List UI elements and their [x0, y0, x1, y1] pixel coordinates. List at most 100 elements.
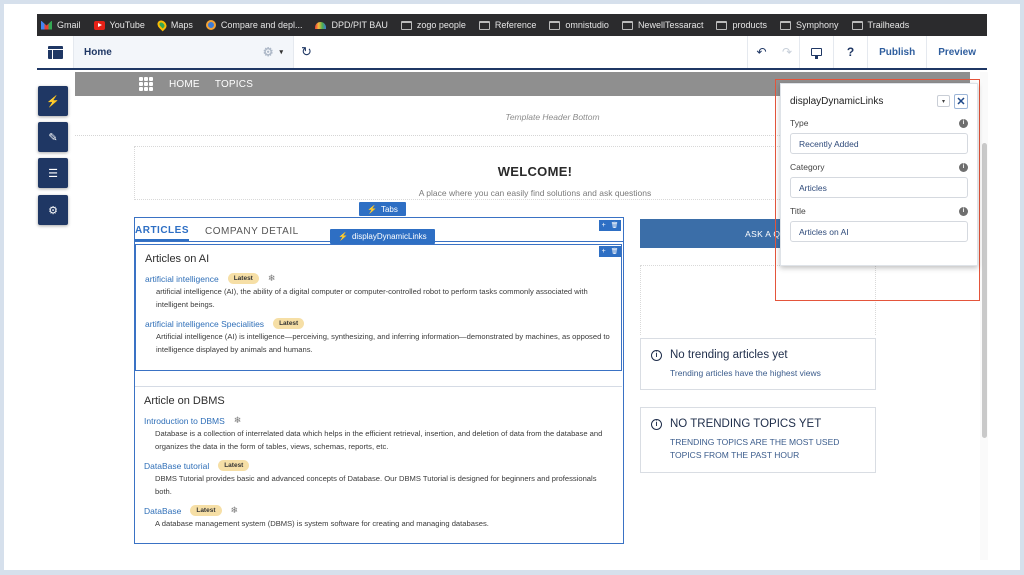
help-button[interactable]: ?: [833, 36, 867, 68]
help-icon: ?: [846, 45, 855, 59]
ddl-component-tag[interactable]: ⚡ displayDynamicLinks: [330, 229, 435, 244]
article-link[interactable]: DataBase tutorial: [144, 461, 209, 471]
tabs-component-tag[interactable]: ⚡ Tabs: [359, 202, 406, 216]
bookmark-item[interactable]: Symphony: [780, 20, 839, 30]
settings-button[interactable]: ⚙: [38, 195, 68, 225]
gear-icon: ⚙: [48, 204, 58, 217]
bookmark-item[interactable]: Compare and depl...: [205, 20, 303, 30]
tab-articles[interactable]: ARTICLES: [135, 225, 189, 241]
builder-menu-button[interactable]: [37, 36, 73, 68]
article-item: artificial intelligence Latest ❄ artificial…: [145, 273, 612, 311]
undo-icon: ↶: [756, 45, 767, 59]
article-link[interactable]: artificial intelligence Specialities: [145, 319, 264, 329]
list-icon: ☰: [48, 167, 58, 180]
latest-badge: Latest: [227, 273, 259, 284]
dpd-icon: [315, 21, 327, 29]
page-selector[interactable]: Home ⚙ ▾: [73, 36, 293, 68]
bookmark-item[interactable]: Gmail: [41, 20, 81, 30]
info-icon[interactable]: i: [959, 206, 968, 216]
title-input[interactable]: Articles on AI: [790, 221, 968, 242]
bookmark-item[interactable]: Maps: [155, 18, 193, 32]
folder-icon: [621, 20, 633, 30]
snowflake-icon: ❄: [267, 273, 276, 283]
bookmark-item[interactable]: products: [716, 20, 767, 30]
article-item: artificial intelligence Specialities Late…: [145, 318, 612, 356]
bookmark-item[interactable]: omnistudio: [549, 20, 609, 30]
bookmark-item[interactable]: Reference: [478, 20, 537, 30]
info-icon: i: [651, 349, 662, 361]
category-label: Category: [790, 162, 825, 172]
refresh-button[interactable]: ↻: [293, 36, 319, 68]
page-structure-button[interactable]: ☰: [38, 158, 68, 188]
folder-icon: [716, 20, 728, 30]
title-label: Title: [790, 206, 806, 216]
close-icon[interactable]: ✕: [954, 93, 968, 109]
lightning-icon: ⚡: [338, 232, 348, 241]
info-icon[interactable]: i: [959, 118, 968, 128]
chevron-down-icon[interactable]: ▾: [279, 48, 283, 56]
type-field: Type i Recently Added: [790, 118, 968, 154]
redo-icon: ↷: [782, 45, 793, 59]
publish-button[interactable]: Publish: [867, 36, 926, 68]
delete-icon[interactable]: 🗑: [611, 222, 619, 229]
nav-home[interactable]: HOME: [169, 79, 200, 90]
article-link[interactable]: DataBase: [144, 506, 181, 516]
ddl-tag-label: displayDynamicLinks: [351, 232, 427, 241]
app-launcher-icon[interactable]: [139, 77, 153, 91]
scrollbar-thumb[interactable]: [982, 143, 987, 438]
article-description: DBMS Tutorial provides basic and advance…: [155, 474, 597, 496]
tabs-component[interactable]: ARTICLES COMPANY DETAIL + 🗑 + 🗑 Articles…: [134, 217, 624, 544]
lightning-icon: ⚡: [367, 204, 377, 214]
section-title: Article on DBMS: [144, 395, 225, 407]
welcome-title: WELCOME!: [497, 164, 573, 179]
bookmark-label: Gmail: [57, 20, 81, 30]
trending-topics-card: i NO TRENDING TOPICS YET TRENDING TOPICS…: [640, 407, 876, 473]
article-item: DataBase Latest ❄ A database management sys…: [144, 505, 613, 531]
bookmark-item[interactable]: Trailheads: [851, 20, 910, 30]
bookmark-label: Compare and depl...: [220, 20, 303, 30]
welcome-component[interactable]: WELCOME! A place where you can easily fi…: [134, 146, 876, 200]
bookmark-label: zogo people: [416, 20, 466, 30]
info-icon[interactable]: i: [959, 162, 968, 172]
display-dynamic-links-ai[interactable]: Articles on AI artificial intelligence Lat…: [135, 244, 622, 371]
preview-button[interactable]: Preview: [926, 36, 987, 68]
type-label: Type: [790, 118, 809, 128]
trending-articles-title: No trending articles yet: [670, 349, 788, 361]
refresh-icon: ↻: [301, 44, 312, 59]
folder-icon: [478, 20, 490, 30]
nav-topics[interactable]: TOPICS: [215, 79, 253, 90]
article-item: DataBase tutorial Latest DBMS Tutorial pro…: [144, 460, 613, 498]
article-description: A database management system (DBMS) is s…: [155, 519, 489, 528]
chevron-down-icon[interactable]: ▾: [937, 95, 950, 107]
bookmark-label: YouTube: [109, 20, 145, 30]
components-button[interactable]: ⚡: [38, 86, 68, 116]
title-field: Title i Articles on AI: [790, 206, 968, 242]
type-input[interactable]: Recently Added: [790, 133, 968, 154]
display-dynamic-links-dbms[interactable]: Article on DBMS Introduction to DBMS ❄ Data…: [135, 386, 622, 543]
category-input[interactable]: Articles: [790, 177, 968, 198]
article-link[interactable]: Introduction to DBMS: [144, 416, 225, 426]
page-settings-icon[interactable]: ⚙: [263, 45, 274, 59]
bookmark-label: Maps: [170, 20, 193, 30]
gmail-icon: [41, 20, 52, 30]
bookmark-item[interactable]: DPD/PIT BAU: [315, 20, 388, 30]
snowflake-icon: ❄: [233, 415, 242, 425]
device-preview-button[interactable]: [799, 36, 833, 68]
bookmark-item[interactable]: NewellTessaract: [621, 20, 703, 30]
bookmark-item[interactable]: YouTube: [93, 20, 145, 30]
article-link[interactable]: artificial intelligence: [145, 274, 219, 284]
bookmark-label: DPD/PIT BAU: [331, 20, 388, 30]
redo-button[interactable]: ↷: [775, 36, 799, 68]
tab-company-detail[interactable]: COMPANY DETAIL: [205, 226, 299, 241]
theme-button[interactable]: ✎: [38, 122, 68, 152]
latest-badge: Latest: [218, 460, 250, 471]
folder-icon: [400, 20, 412, 30]
bookmark-label: Reference: [494, 20, 537, 30]
folder-icon: [549, 20, 561, 30]
bookmark-item[interactable]: zogo people: [400, 20, 466, 30]
tabs-tag-label: Tabs: [380, 204, 398, 214]
brush-icon: ✎: [48, 131, 58, 144]
bookmark-label: Trailheads: [867, 20, 910, 30]
undo-button[interactable]: ↶: [747, 36, 775, 68]
add-icon[interactable]: +: [602, 222, 606, 229]
